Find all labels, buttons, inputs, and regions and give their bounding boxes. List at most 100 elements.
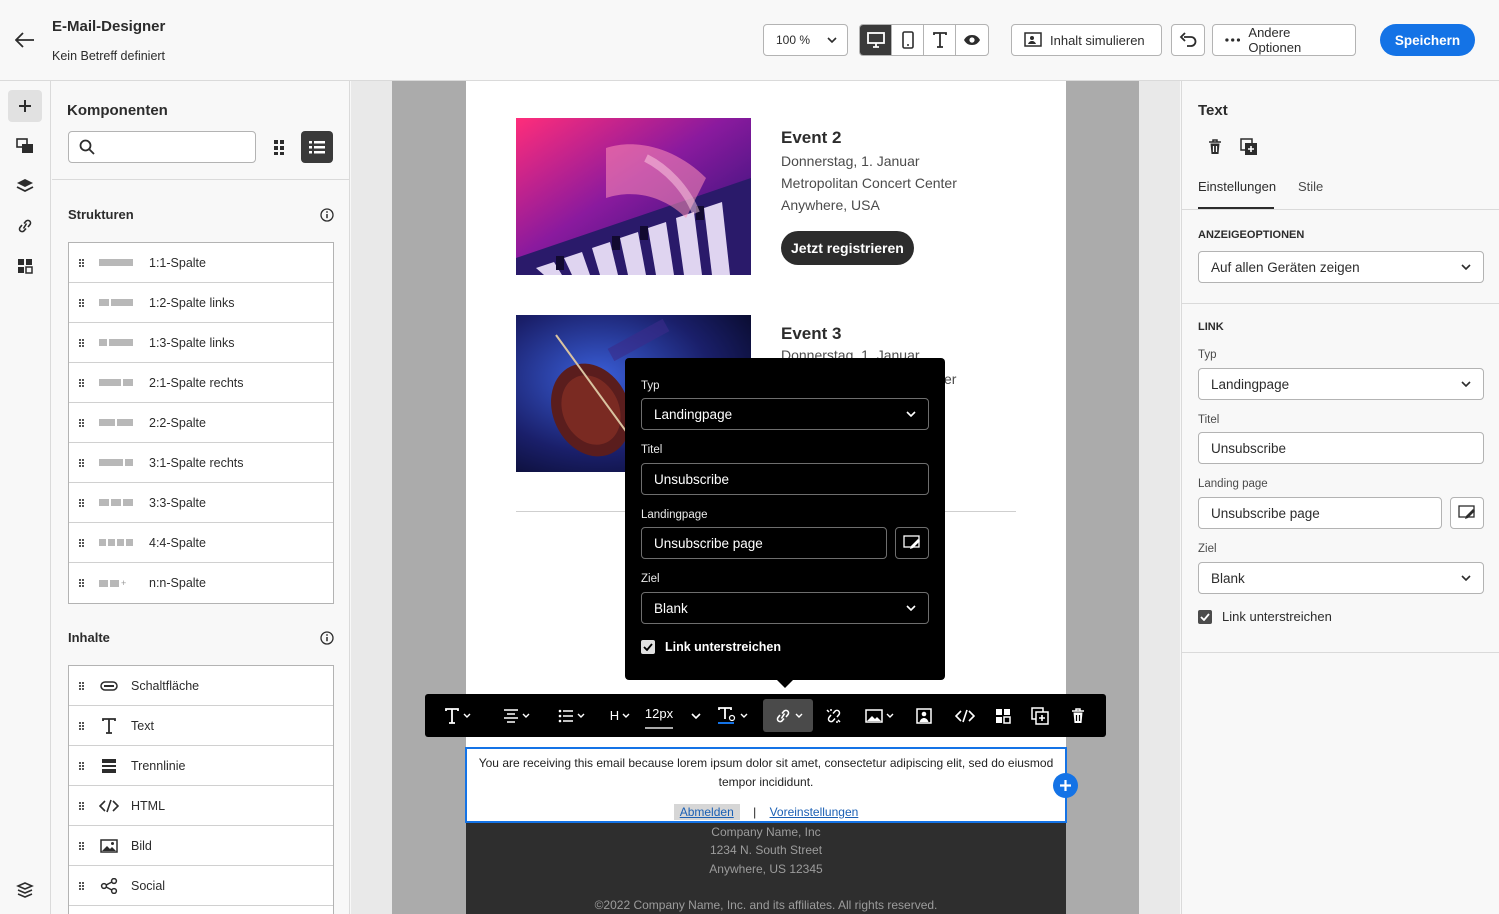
rail-links-button[interactable]: [8, 210, 42, 242]
drag-handle-icon[interactable]: [79, 881, 85, 890]
undo-button[interactable]: [1171, 24, 1205, 56]
rail-assets-button[interactable]: [8, 130, 42, 162]
save-button[interactable]: Speichern: [1380, 24, 1475, 56]
delete-component-button[interactable]: [1204, 136, 1226, 158]
unsubscribe-link[interactable]: Abmelden: [673, 804, 740, 820]
drag-handle-icon[interactable]: [79, 458, 85, 467]
structure-1-1-column[interactable]: 1:1-Spalte: [69, 243, 333, 283]
duplicate-component-button[interactable]: [1238, 136, 1260, 158]
drag-handle-icon[interactable]: [79, 498, 85, 507]
source-code-button[interactable]: [945, 694, 985, 737]
underline-link-checkbox[interactable]: Link unterstreichen: [1198, 609, 1332, 624]
popover-target-select[interactable]: Blank: [641, 592, 929, 624]
drag-handle-icon[interactable]: [79, 721, 85, 730]
tab-settings[interactable]: Einstellungen: [1198, 179, 1276, 194]
display-options-select[interactable]: Auf allen Geräten zeigen: [1198, 251, 1484, 283]
content-html[interactable]: HTML: [69, 786, 333, 826]
event-2-image[interactable]: [516, 118, 751, 275]
link-dropdown[interactable]: [763, 699, 813, 732]
rail-components-button[interactable]: [8, 90, 42, 122]
content-button[interactable]: Schaltfläche: [69, 666, 333, 706]
popover-title-input[interactable]: Unsubscribe: [641, 463, 929, 495]
structure-1-2-left[interactable]: 1:2-Spalte links: [69, 283, 333, 323]
desktop-view-button[interactable]: [860, 25, 892, 55]
drag-handle-icon[interactable]: [79, 378, 85, 387]
heading-dropdown[interactable]: H: [599, 694, 641, 737]
structure-label: 3:1-Spalte rechts: [149, 455, 244, 470]
rail-fragments-button[interactable]: [8, 250, 42, 282]
structure-1-3-left[interactable]: 1:3-Spalte links: [69, 323, 333, 363]
structure-2-1-right[interactable]: 2:1-Spalte rechts: [69, 363, 333, 403]
left-rail: [0, 81, 51, 914]
drag-handle-icon[interactable]: [79, 841, 85, 850]
duplicate-button[interactable]: [1021, 694, 1059, 737]
text-view-button[interactable]: [924, 25, 956, 55]
footer-city: Anywhere, US 12345: [709, 862, 823, 876]
structure-label: 2:2-Spalte: [149, 415, 206, 430]
info-icon[interactable]: [320, 630, 334, 645]
link-target-select[interactable]: Blank: [1198, 562, 1484, 594]
drag-handle-icon[interactable]: [79, 761, 85, 770]
rail-navigation-tree-button[interactable]: [8, 874, 42, 906]
add-component-button[interactable]: [1053, 773, 1078, 798]
font-size-dropdown[interactable]: 12px: [641, 694, 705, 737]
info-icon[interactable]: [320, 207, 334, 222]
column-1-1-icon: [99, 259, 135, 266]
content-divider[interactable]: Trennlinie: [69, 746, 333, 786]
content-more[interactable]: [69, 906, 333, 914]
list-view-button[interactable]: [301, 131, 333, 163]
mobile-view-button[interactable]: [892, 25, 924, 55]
content-social[interactable]: Social: [69, 866, 333, 906]
insert-image-dropdown[interactable]: [855, 694, 903, 737]
drag-handle-icon[interactable]: [79, 418, 85, 427]
register-button[interactable]: Jetzt registrieren: [781, 231, 914, 265]
preferences-link[interactable]: Voreinstellungen: [770, 805, 859, 819]
font-style-dropdown[interactable]: [425, 694, 489, 737]
grid-view-button[interactable]: [265, 131, 297, 163]
back-button[interactable]: [12, 28, 38, 52]
drag-handle-icon[interactable]: [79, 298, 85, 307]
plus-icon: [19, 100, 31, 112]
content-image[interactable]: Bild: [69, 826, 333, 866]
structure-n-n-column[interactable]: + n:n-Spalte: [69, 563, 333, 603]
drag-handle-icon[interactable]: [79, 579, 85, 587]
popover-type-select[interactable]: Landingpage: [641, 398, 929, 430]
drag-handle-icon[interactable]: [79, 338, 85, 347]
link-title-input[interactable]: Unsubscribe: [1198, 432, 1484, 464]
landing-page-picker-button[interactable]: [1450, 497, 1484, 529]
list-dropdown[interactable]: [543, 694, 599, 737]
text-block-body[interactable]: You are receiving this email because lor…: [477, 754, 1055, 792]
structure-2-2-column[interactable]: 2:2-Spalte: [69, 403, 333, 443]
structure-3-3-column[interactable]: 3:3-Spalte: [69, 483, 333, 523]
other-options-button[interactable]: Andere Optionen: [1212, 24, 1356, 56]
popover-landing-input[interactable]: Unsubscribe page: [641, 527, 887, 559]
landing-page-input[interactable]: Unsubscribe page: [1198, 497, 1442, 529]
rail-layers-button[interactable]: [8, 170, 42, 202]
drag-handle-icon[interactable]: [79, 258, 85, 267]
drag-handle-icon[interactable]: [79, 681, 85, 690]
selected-text-block[interactable]: You are receiving this email because lor…: [465, 747, 1067, 823]
popover-underline-checkbox[interactable]: Link unterstreichen: [641, 640, 781, 654]
unlink-button[interactable]: [813, 694, 855, 737]
align-dropdown[interactable]: [489, 694, 543, 737]
zoom-select[interactable]: 100 %: [763, 24, 848, 56]
delete-button[interactable]: [1059, 694, 1097, 737]
content-text[interactable]: Text: [69, 706, 333, 746]
tab-styles[interactable]: Stile: [1298, 179, 1323, 194]
chevron-down-icon: [463, 713, 470, 718]
drag-handle-icon[interactable]: [79, 801, 85, 810]
structure-4-4-column[interactable]: 4:4-Spalte: [69, 523, 333, 563]
popover-type-label: Typ: [641, 380, 660, 392]
checkbox-checked-icon: [641, 640, 655, 654]
popover-landing-picker-button[interactable]: [895, 527, 929, 559]
structures-heading-label: Strukturen: [68, 207, 134, 222]
personalization-button[interactable]: [903, 694, 945, 737]
text-color-dropdown[interactable]: [705, 694, 759, 737]
preview-button[interactable]: [956, 25, 988, 55]
link-type-select[interactable]: Landingpage: [1198, 368, 1484, 400]
search-input[interactable]: [101, 140, 251, 154]
drag-handle-icon[interactable]: [79, 538, 85, 547]
structure-3-1-right[interactable]: 3:1-Spalte rechts: [69, 443, 333, 483]
save-fragment-button[interactable]: [985, 694, 1021, 737]
simulate-content-button[interactable]: Inhalt simulieren: [1011, 24, 1162, 56]
